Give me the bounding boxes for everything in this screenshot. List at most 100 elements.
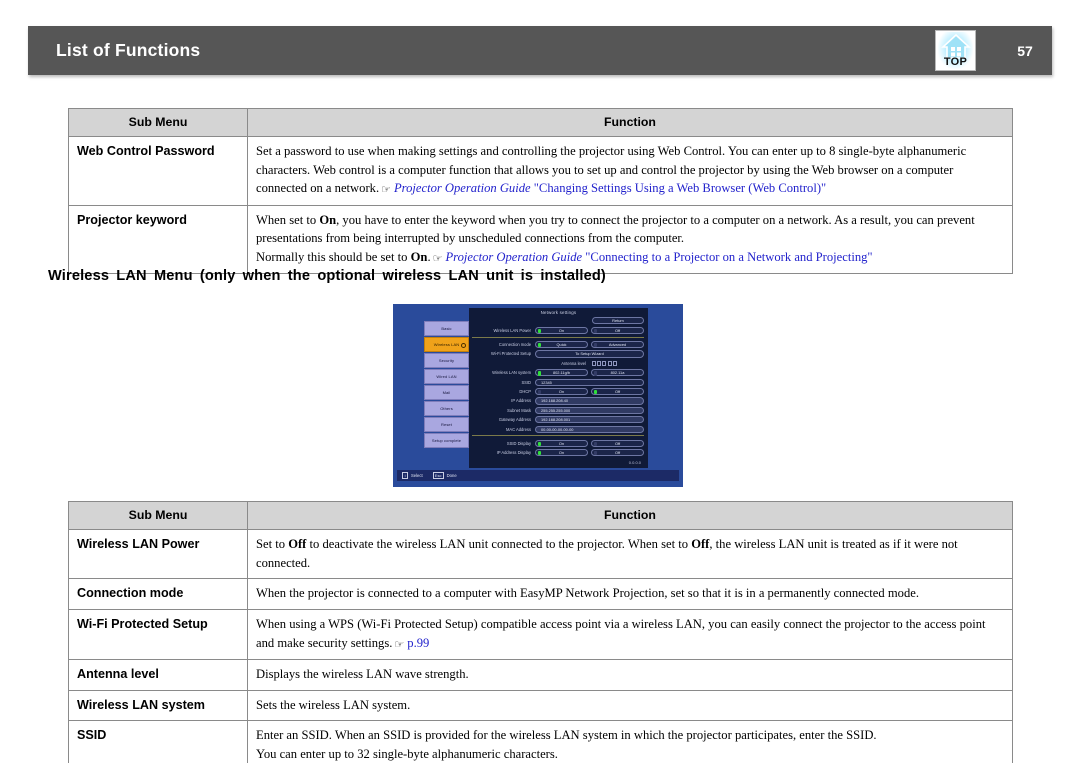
setting-ssid-display: SSID Display On Off — [472, 439, 644, 448]
guide-link-title[interactable]: "Changing Settings Using a Web Browser (… — [534, 181, 826, 195]
sidebar-item-security[interactable]: Security — [424, 353, 469, 368]
top-icon-label: TOP — [943, 56, 968, 68]
desc-text: Normally this should be set to — [256, 249, 411, 264]
top-home-icon[interactable]: TOP — [935, 30, 976, 71]
pointing-hand-icon: ☞ — [394, 638, 405, 651]
submenu-wifi-protected-setup: Wi-Fi Protected Setup — [68, 609, 248, 660]
firmware-version: 0.0.0.0 — [628, 459, 641, 465]
table-row: Wi-Fi Protected Setup When using a WPS (… — [68, 609, 1013, 660]
return-button[interactable]: Return — [592, 317, 644, 325]
divider — [472, 435, 644, 437]
subnet-mask-input[interactable]: 255.255.255.000 — [535, 406, 644, 414]
table-header-row: Sub Menu Function — [68, 107, 1013, 138]
to-setup-wizard-button[interactable]: To Setup Wizard — [535, 350, 644, 358]
table-row: Web Control Password Set a password to u… — [68, 136, 1013, 206]
guide-link[interactable]: Projector Operation Guide — [445, 250, 582, 264]
desc-text: When set to — [256, 212, 320, 227]
antenna-bar — [592, 360, 596, 366]
option-on[interactable]: On — [535, 439, 588, 447]
option-off[interactable]: Off — [591, 448, 644, 457]
footer-key-label: Select — [411, 473, 423, 478]
desc-line: characters. Web control is a computer fu… — [256, 162, 954, 177]
desc-line: When using a WPS (Wi-Fi Protected Setup)… — [256, 617, 986, 632]
sidebar-item-wireless-lan[interactable]: Wireless LAN — [424, 337, 469, 352]
projector-menu-screenshot: Network settings Basic Wireless LAN Secu… — [393, 304, 683, 487]
desc-line: When the projector is connected to a com… — [256, 586, 919, 601]
option-on[interactable]: On — [535, 387, 588, 396]
column-header-sub-menu: Sub Menu — [68, 500, 248, 531]
setting-label: IP Address — [511, 398, 531, 404]
desc-line: When set to On, you have to enter the ke… — [256, 211, 1004, 230]
option-off[interactable]: Off — [591, 439, 644, 447]
antenna-bar — [597, 360, 602, 366]
ip-address-input[interactable]: 192.168.208.40 — [535, 397, 644, 405]
footer-key-label: Done — [446, 473, 457, 478]
guide-link-title[interactable]: "Connecting to a Projector on a Network … — [585, 250, 872, 264]
setting-gateway-address: Gateway Address 192.168.208.001 — [472, 415, 644, 424]
divider — [472, 336, 644, 338]
mac-address-value: 00-00-00-00-00-00 — [535, 425, 644, 433]
sidebar-item-basic[interactable]: Basic — [424, 321, 469, 336]
setting-label: Wireless LAN Power — [493, 327, 531, 333]
pointing-hand-icon: ☞ — [381, 184, 391, 197]
setting-label: Wireless LAN system — [492, 370, 531, 376]
guide-link[interactable]: Projector Operation Guide — [394, 181, 531, 195]
option-80211gb[interactable]: 802.11g/b — [535, 369, 588, 377]
setting-wifi-protected-setup: Wi-Fi Protected Setup To Setup Wizard — [472, 350, 644, 359]
desc-text: and make security settings. — [256, 635, 393, 650]
table-row: Wireless LAN Power Set to Off to deactiv… — [68, 529, 1013, 580]
option-off[interactable]: Off — [591, 326, 644, 335]
function-connection-mode: When the projector is connected to a com… — [247, 578, 1013, 611]
antenna-bar — [607, 360, 612, 366]
desc-line: You can enter up to 32 single-byte alpha… — [256, 746, 558, 761]
table-row: Wireless LAN system Sets the wireless LA… — [68, 689, 1013, 722]
setting-label: SSID Display — [506, 440, 531, 446]
function-wireless-lan-system: Sets the wireless LAN system. — [247, 689, 1013, 722]
setting-ip-address: IP Address 192.168.208.40 — [472, 397, 644, 406]
function-web-control-password: Set a password to use when making settin… — [247, 136, 1013, 206]
setting-label: Gateway Address — [498, 417, 531, 423]
desc-text: . — [427, 249, 431, 264]
setting-label: Subnet Mask — [507, 407, 531, 413]
submenu-wireless-lan-system: Wireless LAN system — [68, 689, 248, 722]
page-header: List of Functions TOP 57 — [28, 26, 1052, 75]
desc-line-with-link: and make security settings. ☞ p.99 — [256, 634, 1004, 653]
setting-label: IP Address Display — [496, 450, 531, 456]
option-quick[interactable]: Quick — [535, 340, 588, 349]
option-advanced[interactable]: Advanced — [591, 340, 644, 349]
function-wireless-lan-power: Set to Off to deactivate the wireless LA… — [247, 529, 1013, 580]
setting-subnet-mask: Subnet Mask 255.255.255.000 — [472, 406, 644, 415]
desc-text: connected on a network. — [256, 181, 380, 196]
option-on[interactable]: On — [535, 448, 588, 457]
setting-antenna-level: Antenna level — [472, 359, 644, 368]
ssid-input[interactable]: 12345 — [535, 378, 644, 386]
sidebar-item-mail[interactable]: Mail — [424, 385, 469, 400]
setting-mac-address: MAC Address 00-00-00-00-00-00 — [472, 425, 644, 434]
panel-title: Network settings — [540, 310, 577, 315]
sidebar-item-setup-complete[interactable]: Setup complete — [424, 433, 469, 448]
setting-label: SSID — [521, 379, 531, 385]
function-wifi-protected-setup: When using a WPS (Wi-Fi Protected Setup)… — [247, 609, 1013, 660]
desc-line-with-link: connected on a network. ☞ Projector Operat… — [256, 179, 1004, 198]
sidebar-item-others[interactable]: Others — [424, 401, 469, 416]
sidebar-item-reset[interactable]: Reset — [424, 417, 469, 432]
settings-rows: Return Wireless LAN Power On Off Connect… — [472, 317, 644, 465]
option-on[interactable]: On — [535, 326, 588, 335]
column-header-sub-menu: Sub Menu — [68, 107, 248, 138]
submenu-connection-mode: Connection mode — [68, 578, 248, 611]
submenu-ssid: SSID — [68, 720, 248, 763]
gateway-address-input[interactable]: 192.168.208.001 — [535, 416, 644, 424]
section-heading: Wireless LAN Menu (only when the optiona… — [48, 268, 606, 284]
desc-bold: On — [410, 249, 428, 264]
page-link[interactable]: p.99 — [407, 636, 429, 650]
submenu-wireless-lan-power: Wireless LAN Power — [68, 529, 248, 580]
setting-label: DHCP — [519, 389, 531, 395]
option-80211a[interactable]: 802.11a — [591, 369, 644, 377]
desc-bold: On — [319, 212, 337, 227]
submenu-web-control-password: Web Control Password — [68, 136, 248, 206]
option-off[interactable]: Off — [591, 387, 644, 396]
table-row: Projector keyword When set to On, you ha… — [68, 204, 1013, 275]
sidebar-item-wired-lan[interactable]: Wired LAN — [424, 369, 469, 384]
desc-line: Set a password to use when making settin… — [256, 144, 967, 159]
function-antenna-level: Displays the wireless LAN wave strength. — [247, 658, 1013, 691]
